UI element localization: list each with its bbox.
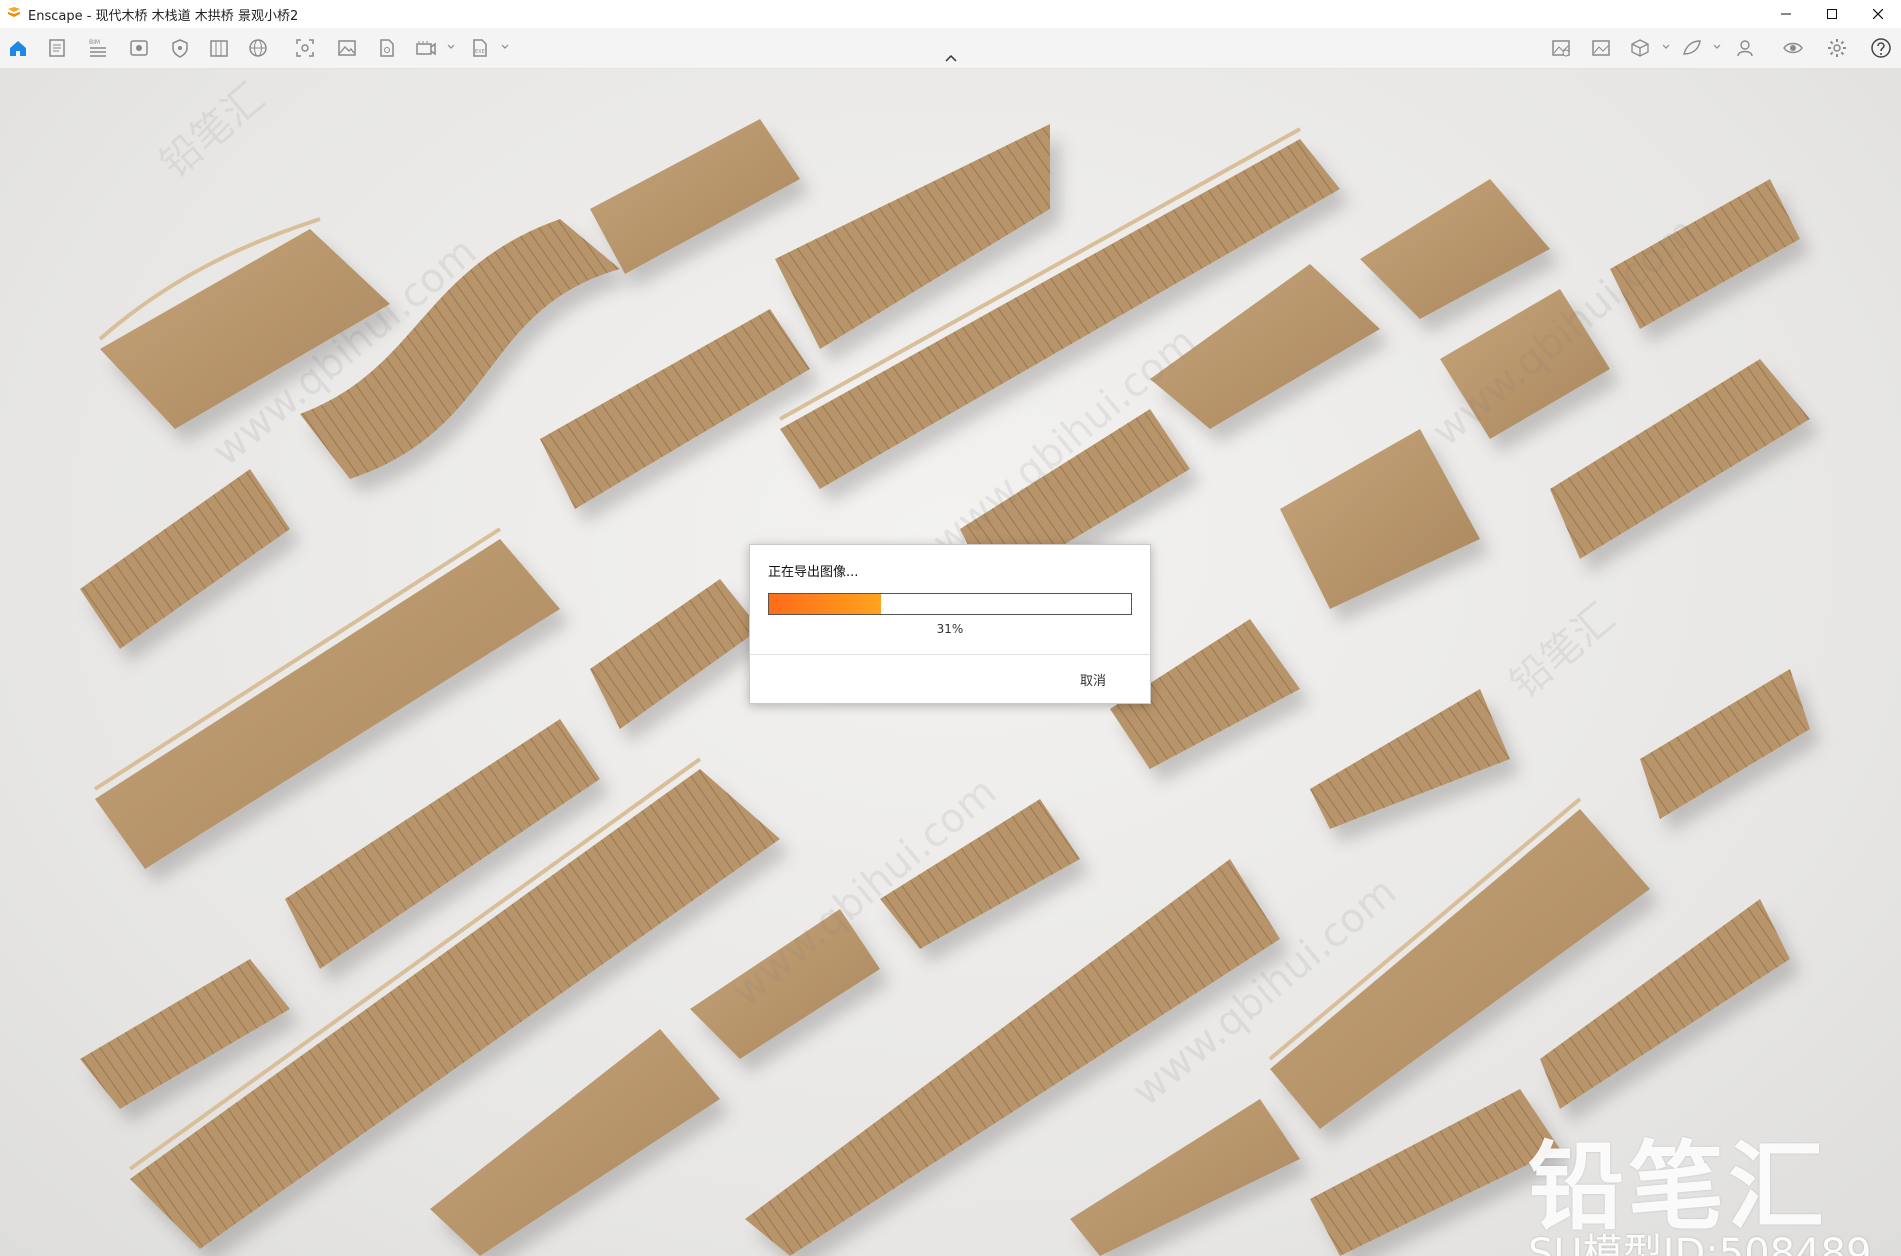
svg-text:BIM: BIM xyxy=(89,39,100,46)
progress-bar-fill xyxy=(769,594,882,614)
window-title: Enscape - 现代木桥 木栈道 木拱桥 景观小桥2 xyxy=(28,9,299,24)
exe-dropdown-chevron-icon[interactable] xyxy=(500,42,510,52)
view-button[interactable] xyxy=(127,36,151,60)
settings-icon xyxy=(1828,39,1846,57)
model-id-text: SU模型ID:508489 xyxy=(1528,1231,1872,1256)
video-icon xyxy=(416,41,436,56)
shield-button[interactable] xyxy=(168,36,192,60)
globe-icon xyxy=(249,39,267,57)
globe-button[interactable] xyxy=(246,36,270,60)
image-compare-button[interactable] xyxy=(1549,36,1573,60)
bim-button[interactable]: BIM xyxy=(86,36,110,60)
video-dropdown-chevron-icon[interactable] xyxy=(446,42,456,52)
help-button[interactable] xyxy=(1869,36,1893,60)
assets-button[interactable] xyxy=(1733,36,1757,60)
material-dropdown-chevron-icon[interactable] xyxy=(1712,42,1722,52)
home-icon xyxy=(10,41,26,56)
close-button[interactable] xyxy=(1855,0,1901,28)
capture-button[interactable] xyxy=(293,36,317,60)
cancel-button[interactable]: 取消 xyxy=(1080,670,1106,689)
bim-icon: BIM xyxy=(89,39,106,57)
video-button[interactable] xyxy=(414,36,438,60)
gallery-button[interactable] xyxy=(1589,36,1613,60)
minimize-button[interactable] xyxy=(1763,0,1809,28)
eye-icon xyxy=(1783,42,1803,54)
maximize-icon xyxy=(1827,9,1837,19)
image-icon xyxy=(338,40,356,56)
cube-button[interactable] xyxy=(1628,36,1652,60)
settings-button[interactable] xyxy=(1825,36,1849,60)
dialog-title: 正在导出图像... xyxy=(768,565,859,580)
eye-button[interactable] xyxy=(1781,36,1805,60)
assets-icon xyxy=(1737,40,1753,57)
image-compare-icon xyxy=(1552,40,1570,57)
progress-bar xyxy=(768,593,1132,615)
document-icon xyxy=(49,39,65,57)
svg-text:EXE: EXE xyxy=(475,49,485,55)
enscape-logo-icon xyxy=(8,7,20,17)
cube-dropdown-chevron-icon[interactable] xyxy=(1661,42,1671,52)
view-icon xyxy=(130,40,148,56)
document-button[interactable] xyxy=(45,36,69,60)
library-button[interactable] xyxy=(207,36,231,60)
cube-icon xyxy=(1631,39,1649,57)
title-bar: Enscape - 现代木桥 木栈道 木拱桥 景观小桥2 xyxy=(0,0,1901,28)
minimize-icon xyxy=(1781,13,1791,15)
shield-icon xyxy=(172,39,188,58)
close-icon xyxy=(1873,9,1883,19)
file-export-button[interactable] xyxy=(375,36,399,60)
library-icon xyxy=(210,40,228,57)
maximize-button[interactable] xyxy=(1809,0,1855,28)
material-icon xyxy=(1683,40,1701,55)
exe-export-icon: EXE xyxy=(473,39,487,57)
material-button[interactable] xyxy=(1680,36,1704,60)
file-export-icon xyxy=(380,39,394,57)
home-button[interactable] xyxy=(6,36,30,60)
exe-export-button[interactable]: EXE xyxy=(468,36,492,60)
gallery-icon xyxy=(1592,40,1610,56)
image-button[interactable] xyxy=(335,36,359,60)
collapse-toolbar-chevron-icon[interactable] xyxy=(943,52,959,64)
help-icon xyxy=(1871,38,1891,58)
capture-icon xyxy=(296,39,314,57)
progress-percent: 31% xyxy=(936,622,964,636)
export-progress-dialog: 正在导出图像... 31% 取消 xyxy=(749,544,1151,704)
dialog-divider xyxy=(750,654,1150,655)
